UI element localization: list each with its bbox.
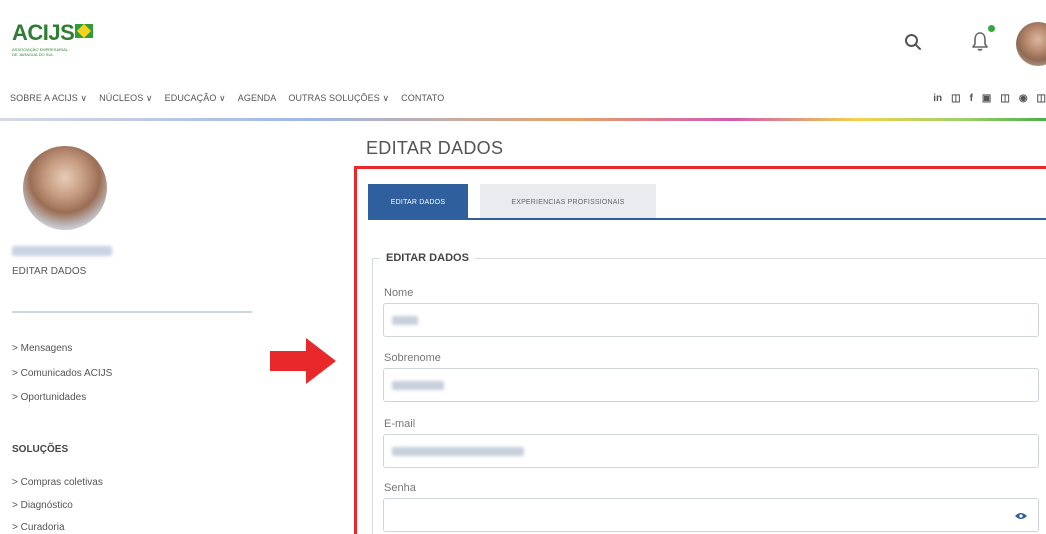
email-label: E-mail (384, 418, 416, 430)
logo-subtitle: ASSOCIAÇÃO EMPRESARIAL DE JARAGUÁ DO SUL (12, 47, 68, 57)
sidebar-divider (12, 311, 252, 313)
tab-underline (368, 218, 1046, 220)
youtube-icon[interactable]: ▣ (982, 93, 991, 104)
email-value-blurred (392, 447, 524, 456)
sobrenome-value-blurred (392, 381, 444, 390)
arrow-right-icon (270, 338, 336, 384)
main-nav: SOBRE A ACIJS ∨ NÚCLEOS ∨ EDUCAÇÃO ∨ AGE… (10, 93, 456, 111)
social-links: in ◫ f ▣ ◫ ◉ ◫ (933, 93, 1046, 104)
page-title: EDITAR DADOS (366, 138, 504, 158)
logo-text: ACIJS (12, 20, 75, 45)
fieldset-border-left (372, 258, 373, 534)
sidebar-item-oportunidades[interactable]: > Oportunidades (12, 392, 86, 403)
senha-field[interactable] (383, 498, 1039, 532)
spotify-icon[interactable]: ◉ (1019, 93, 1028, 104)
fieldset-legend: EDITAR DADOS (380, 252, 475, 264)
nav-item-educacao[interactable]: EDUCAÇÃO ∨ (165, 93, 226, 111)
bell-icon[interactable] (970, 30, 990, 52)
nav-item-nucleos[interactable]: NÚCLEOS ∨ (99, 93, 153, 111)
sidebar-item-mensagens[interactable]: > Mensagens (12, 343, 72, 354)
nome-field[interactable] (383, 303, 1039, 337)
tab-bar: EDITAR DADOS EXPERIENCIAS PROFISSIONAIS (368, 184, 656, 220)
tab-editar-dados[interactable]: EDITAR DADOS (368, 184, 468, 220)
tab-experiencias-profissionais[interactable]: EXPERIENCIAS PROFISSIONAIS (480, 184, 656, 220)
sidebar-solutions-heading: SOLUÇÕES (12, 444, 69, 455)
nav-item-contato[interactable]: CONTATO (401, 93, 444, 111)
eye-icon[interactable] (1014, 511, 1028, 521)
profile-name-blurred (12, 246, 112, 256)
sidebar-item-diagnostico[interactable]: > Diagnóstico (12, 500, 73, 511)
sidebar-item-curadoria[interactable]: > Curadoria (12, 522, 65, 533)
flickr-icon[interactable]: ◫ (1000, 93, 1009, 104)
senha-label: Senha (384, 482, 416, 494)
nav-item-agenda[interactable]: AGENDA (238, 93, 277, 111)
nav-item-sobre[interactable]: SOBRE A ACIJS ∨ (10, 93, 87, 111)
instagram-icon[interactable]: ◫ (951, 93, 960, 104)
sidebar-item-compras-coletivas[interactable]: > Compras coletivas (12, 477, 103, 488)
nav-item-outras-solucoes[interactable]: OUTRAS SOLUÇÕES ∨ (288, 93, 389, 111)
profile-avatar (23, 146, 107, 230)
sidebar-edit-link[interactable]: EDITAR DADOS (12, 266, 86, 277)
acijs-logo[interactable]: ACIJS ASSOCIAÇÃO EMPRESARIAL DE JARAGUÁ … (12, 20, 122, 60)
brazil-flag-icon (75, 24, 94, 38)
linkedin-icon[interactable]: in (933, 93, 942, 104)
site-header: ACIJS ASSOCIAÇÃO EMPRESARIAL DE JARAGUÁ … (0, 0, 1046, 121)
social-icon[interactable]: ◫ (1037, 93, 1046, 104)
sobrenome-field[interactable] (383, 368, 1039, 402)
email-field[interactable] (383, 434, 1039, 468)
nome-value-blurred (392, 316, 418, 325)
search-icon[interactable] (904, 33, 922, 51)
sidebar-item-comunicados[interactable]: > Comunicados ACIJS (12, 368, 112, 379)
user-avatar[interactable] (1016, 22, 1046, 66)
sobrenome-label: Sobrenome (384, 352, 441, 364)
rainbow-divider (0, 118, 1046, 121)
notification-dot (988, 25, 995, 32)
facebook-icon[interactable]: f (970, 93, 973, 104)
nome-label: Nome (384, 287, 414, 299)
highlight-box (354, 166, 1046, 534)
